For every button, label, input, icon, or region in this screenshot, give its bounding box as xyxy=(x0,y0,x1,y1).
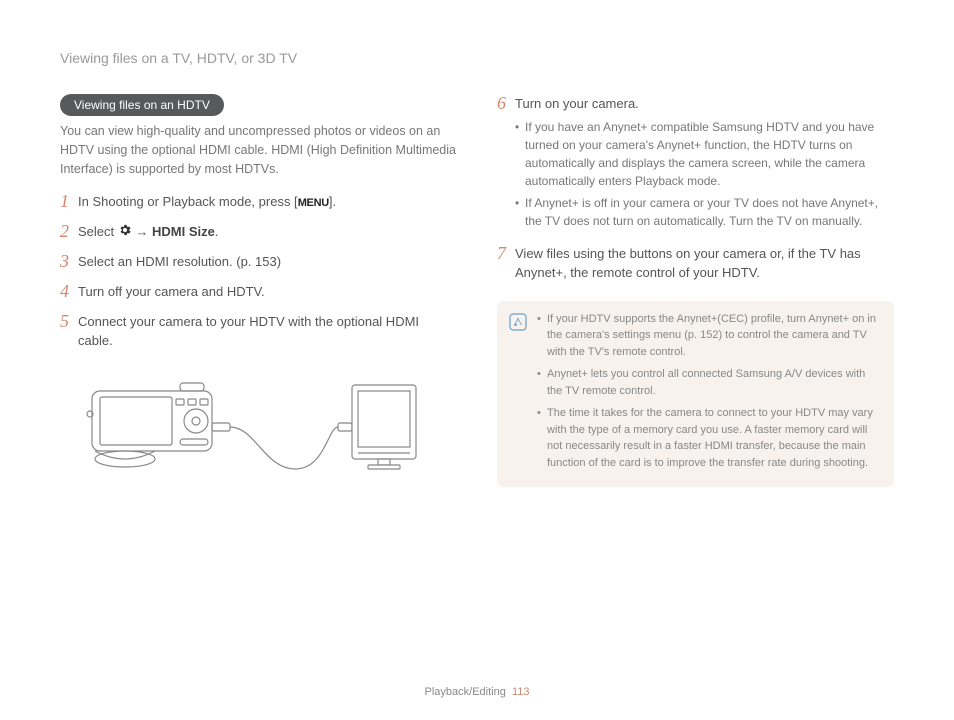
step-5: 5 Connect your camera to your HDTV with … xyxy=(60,312,457,351)
note-box: If your HDTV supports the Anynet+(CEC) p… xyxy=(497,301,894,488)
step-text: ]. xyxy=(329,194,336,209)
footer-section: Playback/Editing xyxy=(425,686,506,698)
step-sub-item: If you have an Anynet+ compatible Samsun… xyxy=(515,118,894,190)
left-column: Viewing files on an HDTV You can view hi… xyxy=(60,94,457,489)
note-item: The time it takes for the camera to conn… xyxy=(537,405,880,471)
menu-icon: MENU xyxy=(298,197,329,209)
step-6: 6 Turn on your camera. If you have an An… xyxy=(497,94,894,234)
step-2: 2 Select → HDMI Size. xyxy=(60,222,457,242)
step-number: 2 xyxy=(60,222,78,242)
note-item: If your HDTV supports the Anynet+(CEC) p… xyxy=(537,311,880,361)
note-list: If your HDTV supports the Anynet+(CEC) p… xyxy=(537,311,880,478)
note-icon xyxy=(509,313,527,331)
page-footer: Playback/Editing 113 xyxy=(0,686,954,698)
page: Viewing files on a TV, HDTV, or 3D TV Vi… xyxy=(0,0,954,720)
step-body: Turn on your camera. If you have an Anyn… xyxy=(515,94,894,234)
section-intro: You can view high-quality and uncompress… xyxy=(60,122,457,178)
step-number: 7 xyxy=(497,244,515,264)
step-sub-list: If you have an Anynet+ compatible Samsun… xyxy=(515,118,894,230)
section-pill: Viewing files on an HDTV xyxy=(60,94,224,116)
step-body: In Shooting or Playback mode, press [MEN… xyxy=(78,192,457,212)
steps-list-right: 6 Turn on your camera. If you have an An… xyxy=(497,94,894,283)
step-text: In Shooting or Playback mode, press [ xyxy=(78,194,298,209)
step-text: Select xyxy=(78,224,118,239)
step-number: 3 xyxy=(60,252,78,272)
step-body: Select → HDMI Size. xyxy=(78,222,457,242)
step-3: 3 Select an HDMI resolution. (p. 153) xyxy=(60,252,457,272)
step-sub-item: If Anynet+ is off in your camera or your… xyxy=(515,194,894,230)
step-number: 5 xyxy=(60,312,78,332)
footer-page-number: 113 xyxy=(512,686,530,698)
step-4: 4 Turn off your camera and HDTV. xyxy=(60,282,457,302)
step-1: 1 In Shooting or Playback mode, press [M… xyxy=(60,192,457,212)
note-item: Anynet+ lets you control all connected S… xyxy=(537,366,880,399)
page-header: Viewing files on a TV, HDTV, or 3D TV xyxy=(60,50,894,66)
content-columns: Viewing files on an HDTV You can view hi… xyxy=(60,94,894,489)
step-body: Turn off your camera and HDTV. xyxy=(78,282,457,302)
step-body: Select an HDMI resolution. (p. 153) xyxy=(78,252,457,272)
step-text: . xyxy=(215,224,219,239)
step-number: 1 xyxy=(60,192,78,212)
steps-list-left: 1 In Shooting or Playback mode, press [M… xyxy=(60,192,457,351)
right-column: 6 Turn on your camera. If you have an An… xyxy=(497,94,894,489)
step-text-bold: HDMI Size xyxy=(152,224,215,239)
step-number: 6 xyxy=(497,94,515,114)
step-body: View files using the buttons on your cam… xyxy=(515,244,894,283)
step-7: 7 View files using the buttons on your c… xyxy=(497,244,894,283)
step-body: Connect your camera to your HDTV with th… xyxy=(78,312,457,351)
step-text: → xyxy=(132,224,152,239)
step-text: Turn on your camera. xyxy=(515,96,639,111)
gear-icon xyxy=(118,223,132,243)
step-number: 4 xyxy=(60,282,78,302)
connection-illustration xyxy=(80,369,420,489)
